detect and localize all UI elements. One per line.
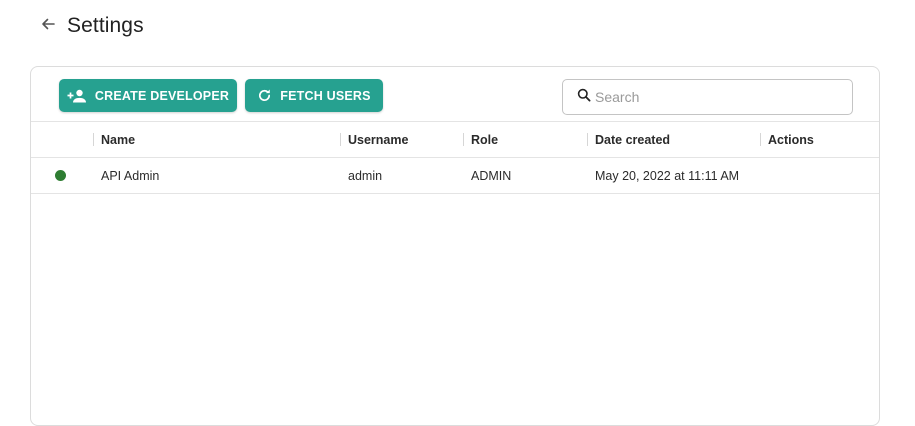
status-indicator (55, 170, 66, 181)
column-separator (587, 133, 588, 146)
table-row[interactable]: API Admin admin ADMIN May 20, 2022 at 11… (31, 158, 879, 194)
create-developer-label: CREATE DEVELOPER (94, 88, 230, 103)
fetch-users-label: FETCH USERS (280, 88, 371, 103)
users-table: Name Username Role Date created Actions … (31, 121, 879, 194)
column-label: Actions (768, 132, 814, 147)
column-label: Role (471, 132, 499, 147)
page-header: Settings (38, 12, 144, 40)
column-separator (340, 133, 341, 146)
search-icon (577, 88, 591, 107)
column-header-actions: Actions (760, 122, 814, 157)
back-button[interactable] (38, 16, 58, 36)
column-label: Date created (595, 132, 671, 147)
column-header-name[interactable]: Name (93, 122, 136, 157)
cell-name: API Admin (101, 168, 160, 183)
search-box[interactable] (562, 79, 853, 115)
column-label: Username (348, 132, 409, 147)
fetch-users-button[interactable]: FETCH USERS (245, 79, 383, 112)
cell-username: admin (348, 168, 383, 183)
column-header-date-created[interactable]: Date created (587, 122, 671, 157)
column-header-role[interactable]: Role (463, 122, 499, 157)
refresh-icon (257, 88, 272, 103)
arrow-left-icon (40, 16, 56, 37)
column-separator (463, 133, 464, 146)
column-header-username[interactable]: Username (340, 122, 409, 157)
table-header: Name Username Role Date created Actions (31, 121, 879, 158)
person-add-icon (67, 89, 87, 103)
column-label: Name (101, 132, 136, 147)
cell-date-created: May 20, 2022 at 11:11 AM (595, 168, 740, 183)
search-input[interactable] (593, 88, 837, 106)
column-separator (93, 133, 94, 146)
column-separator (760, 133, 761, 146)
users-card: CREATE DEVELOPER FETCH USERS Search Name… (30, 66, 880, 426)
create-developer-button[interactable]: CREATE DEVELOPER (59, 79, 237, 112)
toolbar: CREATE DEVELOPER FETCH USERS (31, 67, 879, 121)
page-title: Settings (67, 14, 144, 37)
cell-role: ADMIN (471, 168, 512, 183)
